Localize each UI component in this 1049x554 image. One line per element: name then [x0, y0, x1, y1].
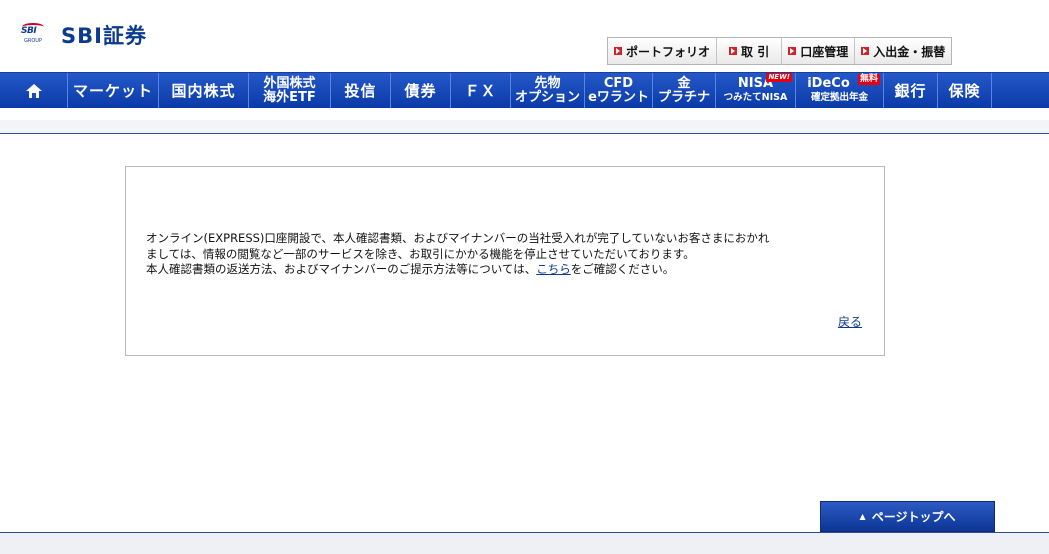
- nav-gold-line2: プラチナ: [657, 89, 710, 105]
- nav-fx-label: ＦＸ: [464, 82, 497, 100]
- util-portfolio-button[interactable]: ポートフォリオ: [608, 38, 718, 64]
- nav-nisa-new-badge: NEW!: [766, 73, 792, 82]
- nav-foreign-stock[interactable]: 外国株式 海外ETF: [249, 73, 331, 108]
- nav-insurance-label: 保険: [948, 82, 981, 100]
- nav-cfd-line1: CFD: [603, 75, 634, 91]
- nav-market-label: マーケット: [72, 82, 153, 100]
- nav-domestic-stock[interactable]: 国内株式: [159, 73, 249, 108]
- sbi-group-mark: SBI GROUP: [21, 23, 49, 46]
- logo-name: SBI証券: [61, 24, 147, 48]
- nav-fx[interactable]: ＦＸ: [451, 73, 511, 108]
- util-deposit-label: 入出金・振替: [873, 44, 946, 59]
- nav-futures-options[interactable]: 先物 オプション: [511, 73, 585, 108]
- nav-futures-line2: オプション: [514, 89, 580, 105]
- notice-line-2: ましては、情報の閲覧など一部のサービスを除き、お取引にかかる機能を停止させていた…: [146, 246, 695, 261]
- page: SBI GROUP SBI証券 ポートフォリオ 取 引 口座管理 入出金・振替 …: [0, 0, 1049, 554]
- nav-nisa-line2: つみたてNISA: [723, 92, 788, 103]
- home-icon: [25, 83, 42, 98]
- nav-gold-platinum[interactable]: 金 プラチナ: [653, 73, 716, 108]
- global-nav: マーケット 国内株式 外国株式 海外ETF 投信 債券 ＦＸ 先物 オプション …: [0, 72, 1049, 108]
- nav-market[interactable]: マーケット: [68, 73, 159, 108]
- notice-box: オンライン(EXPRESS)口座開設で、本人確認書類、およびマイナンバーの当社受…: [125, 166, 885, 356]
- arrow-square-icon: [614, 47, 622, 55]
- nav-nisa[interactable]: NEW! NISA つみたてNISA: [716, 73, 796, 108]
- notice-line-3: 本人確認書類の返送方法、およびマイナンバーのご提示方法等については、こちらをご確…: [146, 262, 871, 278]
- util-trade-label: 取 引: [741, 44, 770, 59]
- nav-ideco-free-badge: 無料: [857, 74, 880, 85]
- page-top-button[interactable]: ▲ ページトップへ: [820, 501, 995, 532]
- nav-bank[interactable]: 銀行: [884, 73, 938, 108]
- chevron-up-icon: ▲: [859, 512, 866, 521]
- util-account-button[interactable]: 口座管理: [782, 38, 856, 64]
- nav-domestic-stock-label: 国内株式: [171, 82, 236, 100]
- nav-foreign-line1: 外国株式: [263, 75, 316, 91]
- nav-cfd-line2: eワラント: [588, 89, 649, 105]
- here-link[interactable]: こちら: [536, 262, 571, 276]
- util-account-label: 口座管理: [800, 44, 849, 59]
- notice-line-1: オンライン(EXPRESS)口座開設で、本人確認書類、およびマイナンバーの当社受…: [146, 231, 770, 245]
- arrow-square-icon: [861, 47, 870, 55]
- nav-home[interactable]: [0, 73, 68, 108]
- arrow-square-icon: [729, 47, 738, 55]
- page-top-label: ページトップへ: [871, 510, 956, 524]
- util-deposit-button[interactable]: 入出金・振替: [855, 38, 952, 64]
- nav-cfd-ewarrant[interactable]: CFD eワラント: [585, 73, 653, 108]
- nav-funds[interactable]: 投信: [331, 73, 391, 108]
- logo-mark-text: SBI: [21, 26, 37, 36]
- nav-ideco[interactable]: 無料 iDeCo 確定拠出年金: [796, 73, 884, 108]
- utility-nav: ポートフォリオ 取 引 口座管理 入出金・振替: [607, 37, 953, 65]
- sbi-logo[interactable]: SBI GROUP SBI証券: [21, 20, 147, 50]
- notice-line-3-after: をご確認ください。: [570, 262, 675, 276]
- nav-funds-label: 投信: [344, 82, 377, 100]
- util-trade-button[interactable]: 取 引: [717, 38, 783, 64]
- notice-line-3-before: 本人確認書類の返送方法、およびマイナンバーのご提示方法等については、: [146, 262, 537, 276]
- sub-nav-band: [0, 120, 1049, 134]
- nav-gold-line1: 金: [677, 75, 691, 91]
- nav-bank-label: 銀行: [894, 82, 927, 100]
- util-portfolio-label: ポートフォリオ: [626, 44, 711, 59]
- back-link[interactable]: 戻る: [838, 313, 862, 330]
- arrow-square-icon: [788, 47, 797, 55]
- nav-bonds[interactable]: 債券: [391, 73, 451, 108]
- nav-foreign-line2: 海外ETF: [263, 89, 316, 105]
- nav-bonds-label: 債券: [404, 82, 437, 100]
- logo-group-text: GROUP: [24, 38, 42, 44]
- footer-band: [0, 532, 1049, 554]
- nav-ideco-line2: 確定拠出年金: [810, 92, 868, 103]
- notice-text: オンライン(EXPRESS)口座開設で、本人確認書類、およびマイナンバーの当社受…: [146, 231, 871, 278]
- nav-futures-line1: 先物: [534, 75, 561, 91]
- nav-insurance[interactable]: 保険: [938, 73, 992, 108]
